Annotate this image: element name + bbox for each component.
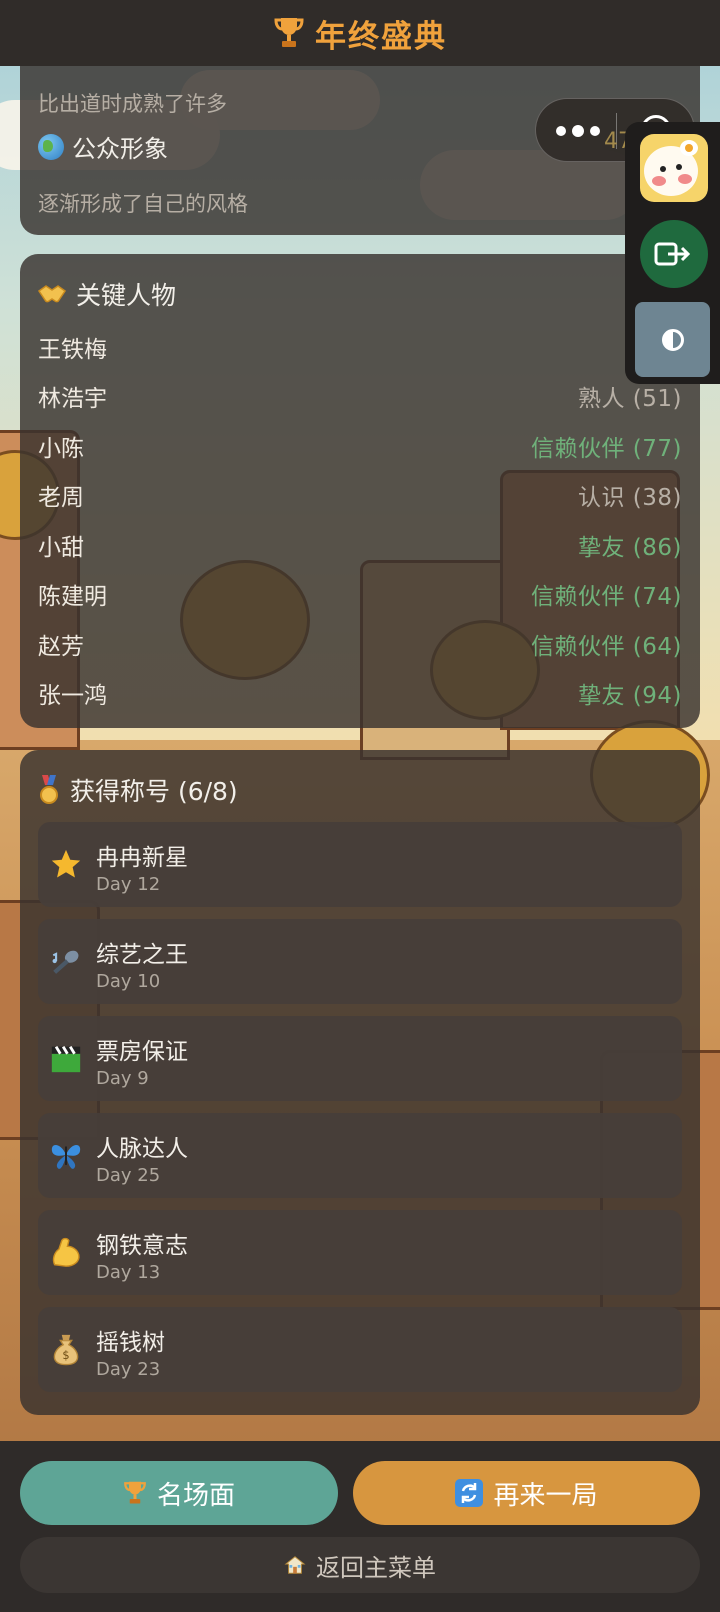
- title-day: Day 10: [96, 971, 161, 992]
- person-row: 陈建明 信赖伙伴 (74): [38, 570, 682, 620]
- avatar[interactable]: [640, 134, 708, 202]
- title-name: 钢铁意志: [96, 1233, 188, 1259]
- globe-icon: [38, 133, 64, 160]
- public-image-desc: 逐渐形成了自己的风格: [38, 192, 248, 216]
- person-relation: 熟人 (51): [577, 386, 682, 413]
- bottom-action-bar: 名场面 再来一局 返回主菜单: [0, 1441, 720, 1612]
- person-name: 林浩宇: [38, 386, 107, 413]
- person-row: 张一鸿 挚友 (94): [38, 669, 682, 719]
- person-relation: 认识 (38): [577, 485, 682, 512]
- title-item: $ 摇钱树 Day 23: [38, 1307, 682, 1392]
- title-name: 综艺之王: [96, 942, 188, 968]
- trophy-icon: [124, 1481, 146, 1504]
- person-name: 张一鸿: [38, 683, 107, 710]
- public-image-text: 公众形象: [72, 135, 168, 163]
- person-row: 王铁梅 挚友: [38, 322, 682, 372]
- medal-icon: [40, 775, 58, 804]
- person-name: 王铁梅: [38, 336, 107, 363]
- title-day: Day 12: [96, 874, 161, 895]
- top-header: 年终盛典: [0, 0, 720, 66]
- title-item: 综艺之王 Day 10: [38, 919, 682, 1004]
- titles-heading: 获得称号 (6/8): [38, 772, 238, 808]
- handshake-icon: [38, 285, 66, 303]
- house-icon: [284, 1556, 306, 1574]
- flexed-biceps-icon: [48, 1234, 84, 1270]
- page-title: 年终盛典: [315, 18, 447, 55]
- title-name: 摇钱树: [96, 1330, 165, 1356]
- main-menu-label: 返回主菜单: [316, 1553, 436, 1582]
- key-people-card: 关键人物 王铁梅 挚友 林浩宇 熟人 (51) 小陈 信赖伙伴 (77) 老周 …: [20, 254, 700, 728]
- title-item: 冉冉新星 Day 12: [38, 822, 682, 907]
- person-row: 老周 认识 (38): [38, 471, 682, 521]
- title-day: Day 25: [96, 1165, 161, 1186]
- key-people-title: 关键人物: [76, 281, 177, 310]
- more-options-icon[interactable]: [556, 125, 600, 137]
- title-name: 冉冉新星: [96, 845, 188, 871]
- clapperboard-icon: [48, 1040, 84, 1076]
- title-name: 人脉达人: [96, 1136, 188, 1162]
- person-relation: 信赖伙伴 (64): [530, 633, 682, 660]
- title-name: 票房保证: [96, 1039, 188, 1065]
- person-row: 赵芳 信赖伙伴 (64): [38, 619, 682, 669]
- person-row: 小甜 挚友 (86): [38, 520, 682, 570]
- person-name: 老周: [38, 485, 84, 512]
- highlight-scenes-label: 名场面: [156, 1480, 235, 1511]
- star-icon: [48, 846, 84, 882]
- play-again-button[interactable]: 再来一局: [353, 1461, 700, 1525]
- refresh-icon: [455, 1479, 484, 1507]
- butterfly-icon: [48, 1137, 84, 1173]
- title-item: 票房保证 Day 9: [38, 1016, 682, 1101]
- person-relation: 挚友 (94): [577, 683, 682, 710]
- titles-card: 获得称号 (6/8) 冉冉新星 Day 12 综艺之王 Day 10 票房保证 …: [20, 750, 700, 1415]
- person-row: 小陈 信赖伙伴 (77): [38, 421, 682, 471]
- main-menu-button[interactable]: 返回主菜单: [20, 1537, 700, 1593]
- person-name: 赵芳: [38, 633, 84, 660]
- exit-icon[interactable]: [640, 220, 708, 288]
- title-day: Day 13: [96, 1262, 161, 1283]
- microphone-icon: [48, 943, 84, 979]
- contrast-toggle-icon[interactable]: [635, 302, 710, 377]
- person-relation: 信赖伙伴 (77): [530, 435, 682, 462]
- title-item: 钢铁意志 Day 13: [38, 1210, 682, 1295]
- key-people-heading: 关键人物: [38, 276, 176, 312]
- title-day: Day 23: [96, 1359, 161, 1380]
- person-name: 小甜: [38, 534, 84, 561]
- title-day: Day 9: [96, 1068, 149, 1089]
- titles-title: 获得称号 (6/8): [70, 777, 238, 806]
- trophy-icon: [274, 18, 304, 47]
- person-name: 小陈: [38, 435, 84, 462]
- overview-line: 比出道时成熟了许多: [38, 92, 227, 116]
- person-relation: 信赖伙伴 (74): [530, 584, 682, 611]
- title-item: 人脉达人 Day 25: [38, 1113, 682, 1198]
- person-row: 林浩宇 熟人 (51): [38, 372, 682, 422]
- play-again-label: 再来一局: [493, 1480, 598, 1511]
- person-name: 陈建明: [38, 584, 107, 611]
- svg-text:$: $: [62, 1348, 69, 1362]
- highlight-scenes-button[interactable]: 名场面: [20, 1461, 338, 1525]
- money-bag-icon: $: [48, 1331, 84, 1367]
- person-relation: 挚友 (86): [577, 534, 682, 561]
- floating-side-panel: [625, 122, 720, 384]
- public-image-label: 公众形象: [38, 129, 168, 164]
